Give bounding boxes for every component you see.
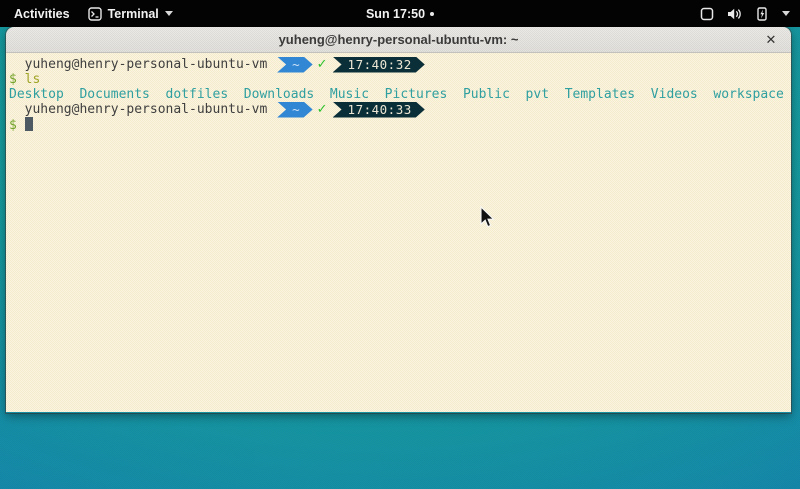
top-bar-left: Activities Terminal [0, 5, 173, 23]
network-wired-icon [700, 7, 714, 21]
prompt-user: yuheng@henry-personal-ubuntu-vm [9, 57, 275, 72]
app-menu[interactable]: Terminal [88, 7, 173, 21]
notification-dot-icon [430, 12, 434, 16]
window-title: yuheng@henry-personal-ubuntu-vm: ~ [279, 32, 519, 47]
status-check-icon: ✓ [317, 57, 328, 72]
current-prompt-line: $ [9, 117, 788, 132]
prompt-path-segment: ~ [277, 57, 313, 73]
ls-output-line: Desktop Documents dotfiles Downloads Mus… [9, 87, 788, 102]
terminal-cursor [25, 117, 33, 131]
terminal-content[interactable]: yuheng@henry-personal-ubuntu-vm ~ ✓ 17:4… [6, 53, 791, 412]
activities-button[interactable]: Activities [10, 5, 74, 23]
status-check-icon: ✓ [317, 102, 328, 117]
terminal-app-icon [88, 7, 102, 21]
prompt-line: yuheng@henry-personal-ubuntu-vm ~ ✓ 17:4… [9, 57, 788, 72]
terminal-window: yuheng@henry-personal-ubuntu-vm: ~ ✕ yuh… [6, 27, 791, 413]
top-bar: Activities Terminal Sun 17:50 [0, 0, 800, 27]
close-icon[interactable]: ✕ [761, 27, 781, 53]
battery-charging-icon [755, 6, 769, 21]
system-status-area[interactable] [700, 6, 800, 21]
prompt-user: yuheng@henry-personal-ubuntu-vm [9, 102, 275, 117]
clock-button[interactable]: Sun 17:50 [366, 7, 434, 21]
typed-command: ls [25, 72, 41, 87]
prompt-symbol: $ [9, 118, 25, 133]
prompt-line: yuheng@henry-personal-ubuntu-vm ~ ✓ 17:4… [9, 102, 788, 117]
system-menu-chevron-icon [782, 11, 790, 16]
prompt-time-segment: 17:40:33 [333, 102, 425, 118]
command-line: $ ls [9, 72, 788, 87]
prompt-time-segment: 17:40:32 [333, 57, 425, 73]
window-titlebar[interactable]: yuheng@henry-personal-ubuntu-vm: ~ ✕ [6, 27, 791, 53]
prompt-symbol: $ [9, 72, 25, 87]
volume-icon [727, 7, 742, 21]
prompt-path-segment: ~ [277, 102, 313, 118]
chevron-down-icon [165, 11, 173, 16]
desktop: { "topbar": { "activities_label": "Activ… [0, 0, 800, 489]
clock-label: Sun 17:50 [366, 7, 425, 21]
app-menu-label: Terminal [108, 7, 159, 21]
